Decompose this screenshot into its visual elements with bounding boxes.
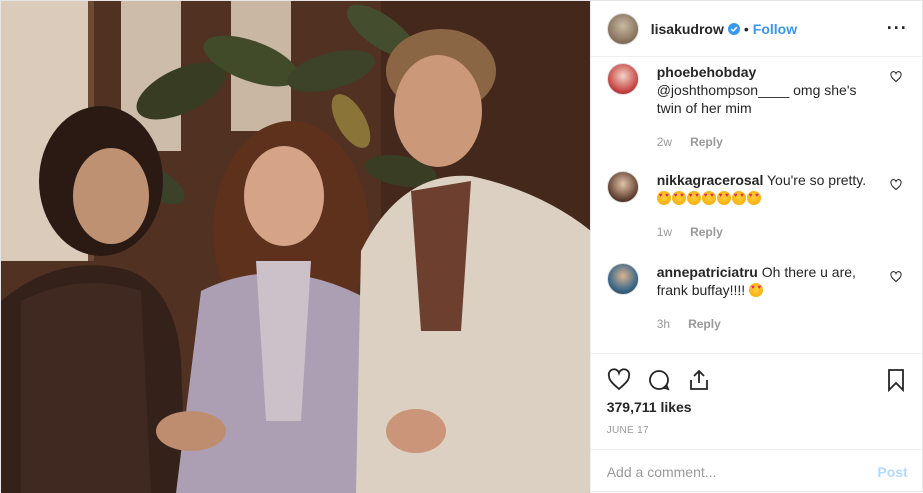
heart-eyes-emoji-icon: [686, 191, 701, 205]
comment-age: 3h: [656, 317, 671, 331]
verified-badge-icon: [727, 22, 740, 35]
save-bookmark-icon[interactable]: [884, 368, 908, 392]
heart-eyes-emoji-icon: [716, 191, 731, 205]
commenter-avatar[interactable]: [606, 263, 639, 295]
share-icon[interactable]: [687, 368, 711, 392]
more-options-icon[interactable]: ···: [887, 19, 908, 37]
comment-input[interactable]: [606, 463, 878, 480]
author-username[interactable]: lisakudrow: [651, 21, 724, 37]
heart-eyes-emoji-icon: [656, 191, 671, 205]
post-side-panel: lisakudrow • Follow ··· phoebehobday @jo…: [589, 1, 923, 493]
heart-eyes-emoji-icon: [746, 191, 761, 205]
commenter-avatar[interactable]: [606, 171, 639, 203]
comment-bubble-icon[interactable]: [647, 368, 671, 392]
post-date: JUNE 17: [606, 425, 649, 436]
heart-eyes-emoji-icon: [731, 191, 746, 205]
like-comment-heart-icon[interactable]: [890, 179, 902, 191]
like-comment-heart-icon[interactable]: [890, 271, 902, 283]
comment-meta: 2w Reply: [657, 135, 910, 149]
comment-text: You're so pretty.: [766, 172, 867, 188]
comment-username[interactable]: phoebehobday: [657, 64, 757, 80]
comment-username[interactable]: annepatriciatru: [657, 264, 758, 280]
comment-meta: 1w Reply: [657, 225, 910, 239]
post-comment-button[interactable]: Post: [877, 464, 907, 480]
comment-body: phoebehobday @joshthompson____ omg she's…: [657, 63, 877, 117]
like-heart-icon[interactable]: [607, 368, 631, 392]
comment-age: 1w: [656, 225, 673, 239]
comment-username[interactable]: nikkagracerosal: [657, 172, 764, 188]
author-avatar[interactable]: [606, 12, 639, 45]
comment-item: annepatriciatru Oh there u are, frank bu…: [606, 263, 910, 331]
reply-button[interactable]: Reply: [688, 317, 721, 331]
vintage-family-photo: [1, 1, 590, 493]
comments-list[interactable]: phoebehobday @joshthompson____ omg she's…: [591, 57, 923, 353]
post-header: lisakudrow • Follow ···: [590, 1, 923, 57]
likes-count[interactable]: 379,711 likes: [607, 399, 692, 415]
follow-button[interactable]: Follow: [753, 21, 797, 37]
post-photo[interactable]: [1, 1, 590, 493]
comment-age: 2w: [656, 135, 673, 149]
post-actions-bar: [590, 353, 923, 405]
instagram-post: lisakudrow • Follow ··· phoebehobday @jo…: [0, 0, 923, 493]
comment-body: annepatriciatru Oh there u are, frank bu…: [657, 263, 877, 299]
comment-text: @joshthompson____ omg she's twin of her …: [656, 82, 857, 116]
heart-eyes-emoji-icon: [701, 191, 716, 205]
header-separator: •: [743, 20, 749, 37]
laughing-emoji-icon: [749, 283, 764, 297]
comment-body: nikkagracerosal You're so pretty.: [656, 171, 877, 207]
commenter-avatar[interactable]: [606, 63, 639, 95]
comment-item: nikkagracerosal You're so pretty. 1w Rep…: [606, 171, 910, 239]
reply-button[interactable]: Reply: [690, 135, 723, 149]
add-comment-bar: Post: [590, 449, 923, 493]
heart-eyes-emoji-row: [656, 190, 762, 206]
like-comment-heart-icon[interactable]: [890, 71, 902, 83]
heart-eyes-emoji-icon: [671, 191, 686, 205]
reply-button[interactable]: Reply: [690, 225, 723, 239]
comment-meta: 3h Reply: [657, 317, 910, 331]
comment-item: phoebehobday @joshthompson____ omg she's…: [606, 63, 910, 149]
